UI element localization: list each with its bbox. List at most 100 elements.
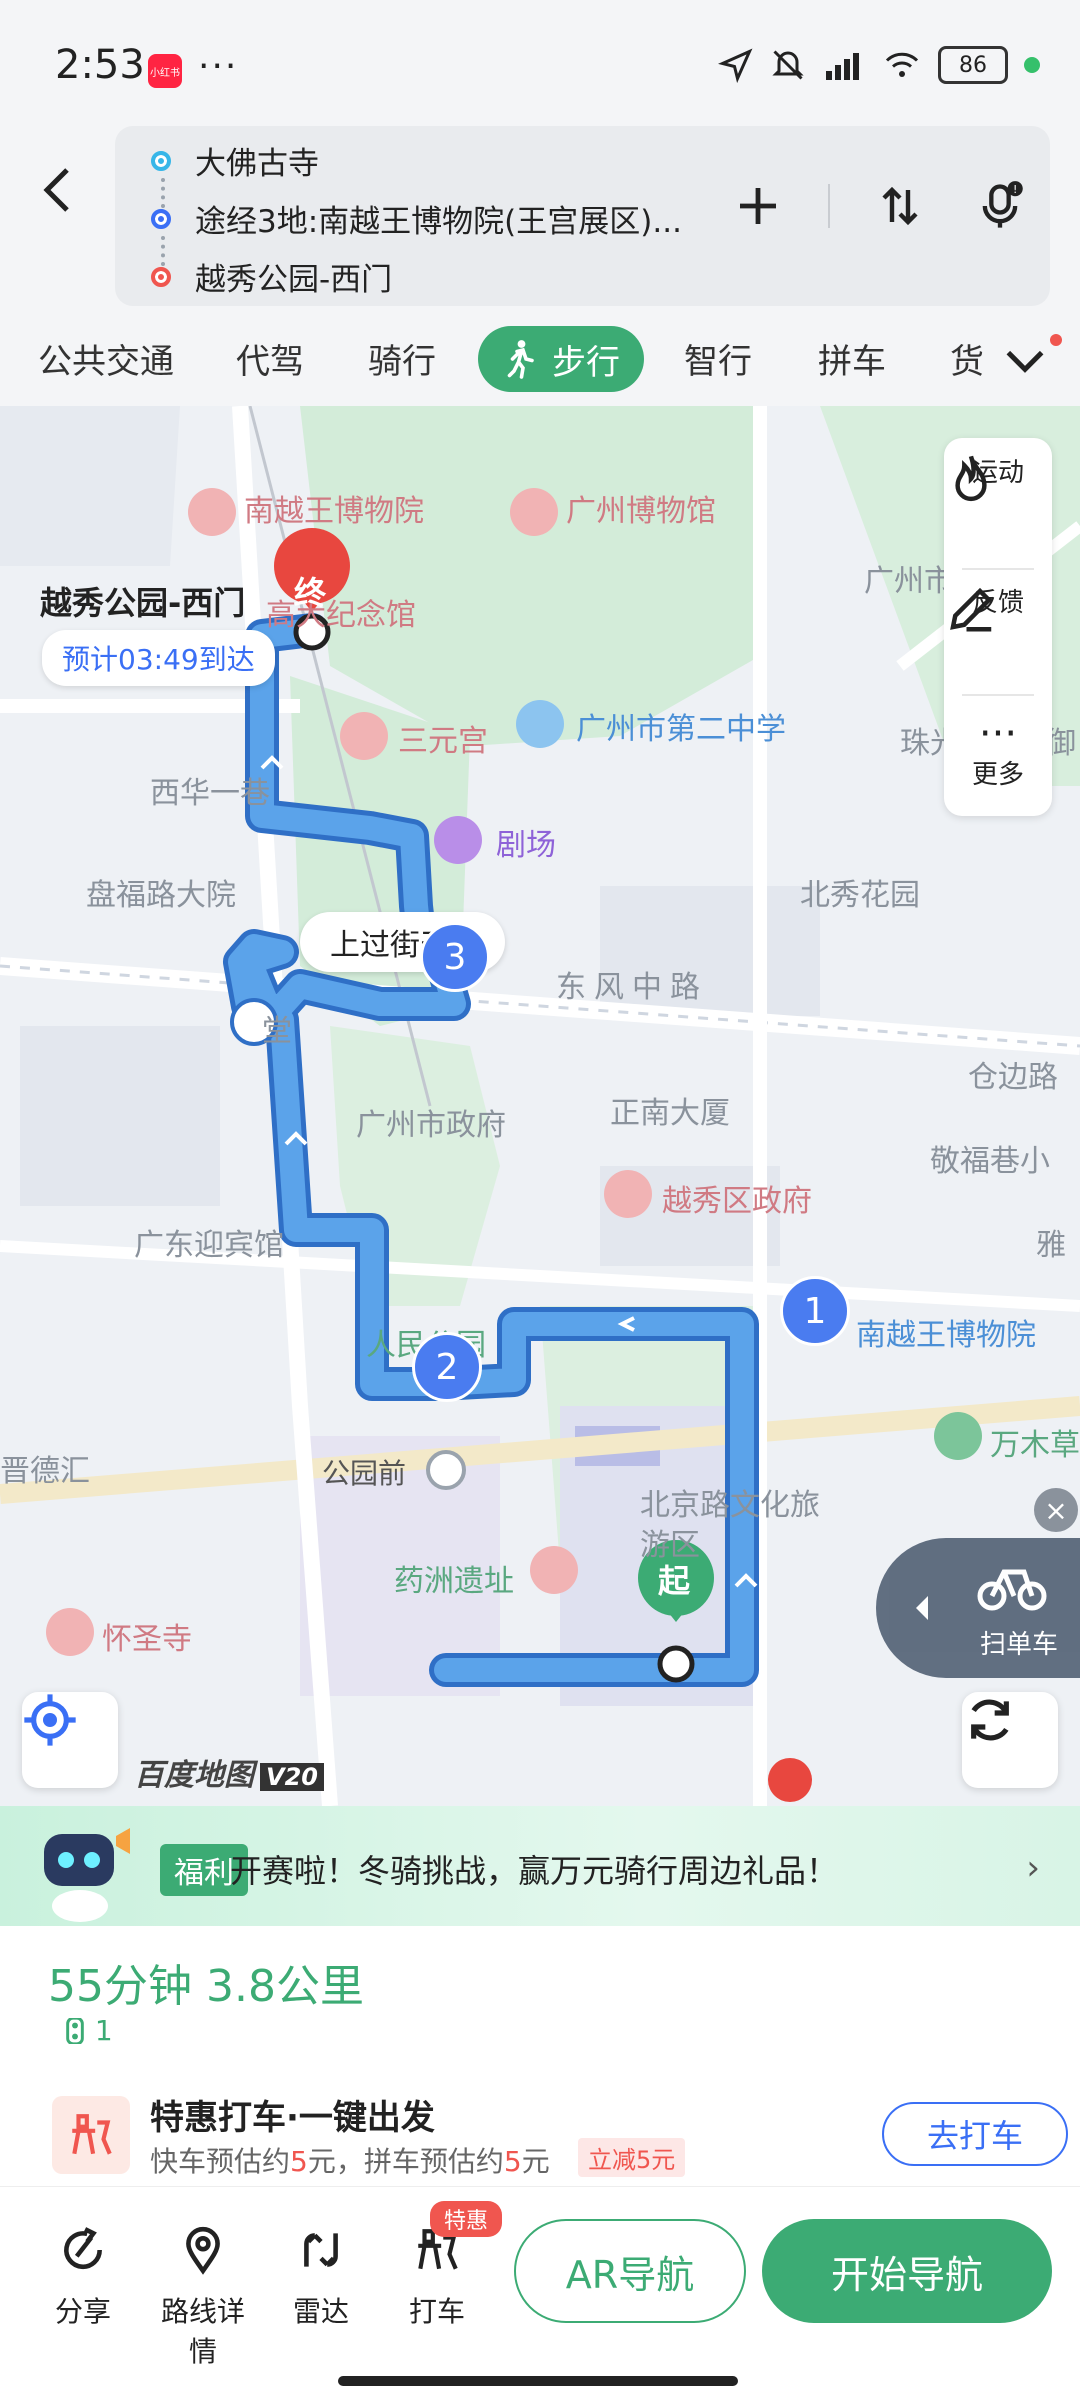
- route-details-label: 路线详情: [160, 2295, 245, 2368]
- back-button[interactable]: [40, 150, 90, 230]
- mute-icon: [772, 50, 804, 80]
- chevron-right-icon: ›: [1026, 1848, 1040, 1888]
- map-label: 广州市政府: [356, 1108, 506, 1143]
- voice-input-button[interactable]: !: [970, 176, 1030, 236]
- brand-watermark: 百度地图 V20: [134, 1750, 324, 1794]
- flame-icon: [955, 455, 987, 502]
- origin-row[interactable]: 大佛古寺: [151, 138, 319, 183]
- radar-label: 雷达: [292, 2295, 349, 2328]
- route-summary: 55分钟 3.8公里: [48, 1961, 364, 2012]
- origin-label: 大佛古寺: [195, 146, 319, 182]
- waypoint-marker-2[interactable]: 2: [412, 1332, 482, 1402]
- add-waypoint-button[interactable]: [728, 176, 788, 236]
- more-tabs-button[interactable]: [1000, 336, 1050, 386]
- tab-cycling[interactable]: 骑行: [368, 334, 436, 383]
- taxi-description: 快车预估约5元，拼车预估约5元: [150, 2140, 550, 2180]
- taxi-label: 打车: [408, 2295, 465, 2328]
- map-label: 堂: [262, 1014, 292, 1049]
- status-bar: 2:53 小红书 ··· 86: [0, 0, 1080, 120]
- waypoint-marker-3[interactable]: 3: [420, 922, 490, 992]
- location-pin-icon: [186, 2226, 220, 2275]
- tab-walking[interactable]: 步行: [478, 326, 644, 392]
- waypoint-dot-icon: [151, 208, 171, 229]
- map-label: 南越王博物院: [244, 494, 424, 529]
- route-input-box[interactable]: 大佛古寺 途经3地:南越王博物院(王宫展区)... 越秀公园-西门 !: [115, 126, 1050, 306]
- promo-text: 开赛啦！冬骑挑战，赢万元骑行周边礼品！: [230, 1852, 839, 1890]
- map-label: 广东迎宾馆: [134, 1228, 284, 1263]
- robot-mascot-icon: [44, 1828, 130, 1922]
- travel-mode-tabs: 公共交通 代驾 骑行 步行 智行 拼车 货: [0, 318, 1080, 406]
- map-label: 万木草: [990, 1428, 1080, 1463]
- map-label: 广州市: [864, 564, 954, 599]
- tab-smart[interactable]: 智行: [684, 334, 752, 383]
- battery-icon: 86: [938, 46, 1008, 84]
- map-label: 药洲遗址: [394, 1564, 514, 1599]
- tab-designated-driver[interactable]: 代驾: [236, 334, 304, 383]
- map-label: 广州博物馆: [566, 494, 716, 529]
- map-label: 敬福巷小: [930, 1144, 1050, 1179]
- eta-chip: 预计03:49到达: [42, 630, 275, 686]
- route-header: 大佛古寺 途经3地:南越王博物院(王宫展区)... 越秀公园-西门 !: [0, 120, 1080, 320]
- ar-navigation-button[interactable]: AR导航: [514, 2219, 746, 2323]
- refresh-icon: [971, 1699, 1009, 1741]
- swap-route-button[interactable]: [870, 176, 930, 236]
- feedback-button[interactable]: 反馈: [944, 582, 1052, 632]
- radar-icon: [304, 2233, 338, 2267]
- home-indicator: [338, 2376, 738, 2386]
- close-bike-button[interactable]: ×: [1034, 1488, 1078, 1532]
- tab-freight[interactable]: 货: [950, 334, 990, 383]
- route-details-button[interactable]: 路线详情: [148, 2225, 258, 2370]
- map-label: 北秀花园: [800, 878, 920, 913]
- map-label: 盘福路大院: [86, 878, 236, 913]
- origin-dot-icon: [151, 150, 171, 171]
- brand-name: 百度地图: [134, 1758, 254, 1793]
- waypoints-row[interactable]: 途经3地:南越王博物院(王宫展区)...: [151, 196, 682, 241]
- map-label: 广州市第二中学: [576, 712, 786, 747]
- discount-badge: 立减5元: [578, 2138, 686, 2177]
- scan-bike-label: 扫单车: [980, 1630, 1059, 1660]
- swap-icon: [882, 186, 918, 226]
- location-icon: [718, 48, 753, 83]
- walking-icon: [507, 340, 534, 379]
- map-view[interactable]: 南越王博物院 广州博物馆 广州市 高大纪念馆 三元宫 广州市第二中学 珠光 御 …: [0, 406, 1080, 1806]
- share-button[interactable]: 分享: [28, 2225, 138, 2330]
- tab-carpool[interactable]: 拼车: [818, 334, 886, 383]
- charging-dot-icon: [1024, 57, 1040, 73]
- divider: [828, 184, 830, 228]
- taxi-brand-icon: [72, 2114, 112, 2155]
- notification-dot: [1050, 334, 1062, 346]
- map-label: 东风中路: [556, 970, 708, 1005]
- map-tools-panel: 运动 反馈 ··· 更多: [944, 438, 1052, 816]
- destination-dot-icon: [151, 266, 171, 287]
- map-label: 怀圣寺: [102, 1622, 192, 1657]
- start-navigation-button[interactable]: 开始导航: [762, 2219, 1052, 2323]
- pencil-icon: [950, 587, 993, 632]
- refresh-route-button[interactable]: [962, 1692, 1058, 1788]
- sport-button[interactable]: 运动: [944, 452, 1052, 502]
- tab-transit[interactable]: 公共交通: [38, 334, 174, 383]
- taxi-icon: [52, 2096, 130, 2174]
- destination-row[interactable]: 越秀公园-西门: [151, 254, 392, 299]
- end-marker-label: 终: [294, 574, 327, 612]
- more-tools-button[interactable]: ··· 更多: [944, 714, 1052, 791]
- more-notifications-icon: ···: [198, 46, 239, 87]
- go-taxi-button[interactable]: 去打车: [882, 2102, 1068, 2166]
- bottom-action-bar: 分享 路线详情 雷达 打车 特惠 AR导航 开始导航: [0, 2186, 1080, 2401]
- locate-icon: [24, 1694, 76, 1746]
- chevron-down-icon: [1006, 350, 1044, 373]
- signal-icon: [826, 53, 859, 80]
- map-label: 越秀区政府: [662, 1184, 812, 1219]
- taxi-price: 5: [290, 2145, 308, 2178]
- app-badge-icon: 小红书: [148, 54, 182, 88]
- locate-me-button[interactable]: [22, 1692, 118, 1788]
- waypoint-marker-1[interactable]: 1: [780, 1276, 850, 1346]
- divider: [962, 568, 1034, 570]
- waypoints-label: 途经3地:南越王博物院(王宫展区)...: [195, 204, 682, 240]
- promo-banner[interactable]: 福利 开赛啦！冬骑挑战，赢万元骑行周边礼品！ ›: [0, 1806, 1080, 1926]
- taxi-button[interactable]: 打车: [382, 2225, 492, 2330]
- radar-button[interactable]: 雷达: [266, 2225, 376, 2330]
- map-label: 剧场: [496, 828, 556, 863]
- taxi-desc-part: 快车预估约: [150, 2145, 291, 2178]
- destination-name-label: 越秀公园-西门: [40, 584, 246, 622]
- hot-deal-badge: 特惠: [430, 2201, 503, 2237]
